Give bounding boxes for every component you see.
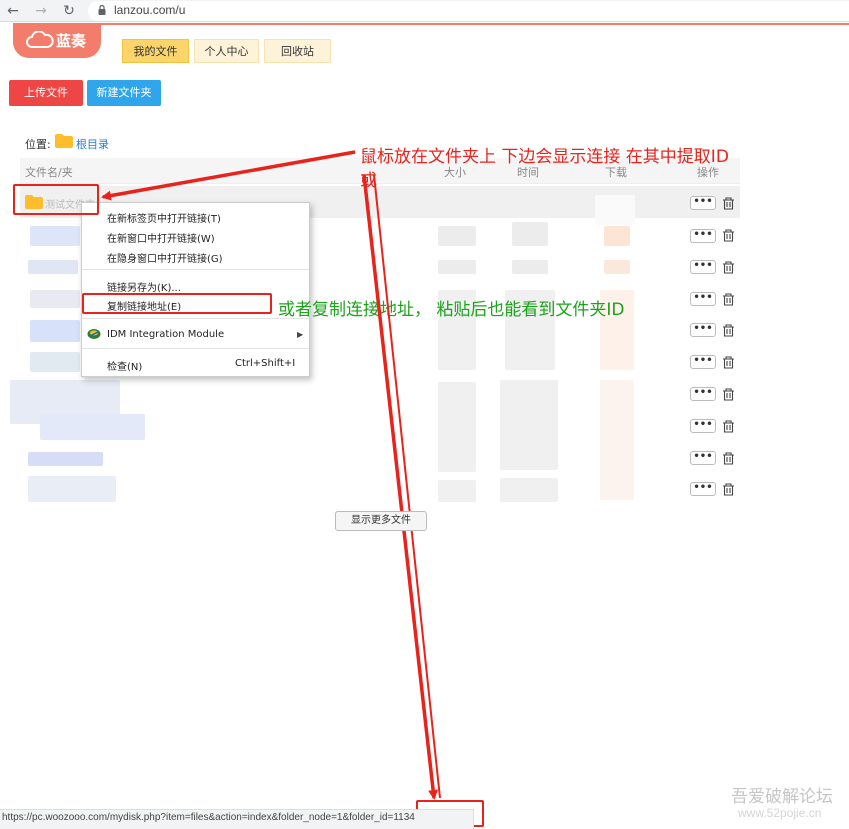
trash-icon[interactable] [722,261,735,274]
inspect-shortcut: Ctrl+Shift+I [235,358,296,369]
lock-icon [98,5,106,15]
more-actions-button[interactable]: ••• [690,323,716,337]
logo-text: 蓝奏 [56,32,87,50]
trash-icon[interactable] [722,388,735,401]
status-url: https://pc.woozooo.com/mydisk.php?item=f… [2,812,415,823]
idm-icon [87,329,101,339]
forward-icon[interactable]: → [32,2,50,20]
header-name: 文件名/夹 [25,166,73,179]
watermark-url: www.52pojie.cn [738,806,822,820]
breadcrumb-root[interactable]: 根目录 [76,136,109,152]
blurred-size [438,260,476,274]
highlight-copy-link-box [82,293,272,314]
annotation-copy: 或者复制连接地址， 粘贴后也能看到文件夹ID [278,300,625,320]
blurred-time [500,478,558,502]
menu-separator [82,269,309,270]
more-actions-button[interactable]: ••• [690,451,716,465]
more-actions-button[interactable]: ••• [690,196,716,210]
blurred-name [28,476,116,502]
arrow-shadow [373,174,441,799]
menu-item-open-new-tab[interactable]: 在新标签页中打开链接(T) [107,210,221,225]
blurred-size [438,226,476,246]
blurred-name [30,290,80,308]
menu-item-idm[interactable]: IDM Integration Module [107,329,224,340]
tab-my-files[interactable]: 我的文件 [122,39,189,63]
menu-separator [82,318,309,319]
menu-item-save-link-as[interactable]: 链接另存为(K)... [107,279,181,294]
blurred-downloads [604,260,630,274]
blurred-name [30,320,80,342]
more-actions-button[interactable]: ••• [690,260,716,274]
menu-item-inspect[interactable]: 检查(N) [107,358,142,373]
annotation-hover: 鼠标放在文件夹上 下边会显示连接 在其中提取ID [360,147,729,167]
blurred-time [512,260,548,274]
trash-icon[interactable] [722,452,735,465]
watermark-text: 吾爱破解论坛 [731,787,833,807]
location-label: 位置: [25,138,51,151]
trash-icon[interactable] [722,420,735,433]
address-bar[interactable] [88,1,849,21]
trash-icon[interactable] [722,229,735,242]
new-folder-button[interactable]: 新建文件夹 [87,80,161,106]
blurred-name [30,226,80,246]
trash-icon[interactable] [722,324,735,337]
menu-item-open-new-window[interactable]: 在新窗口中打开链接(W) [107,230,215,245]
show-more-files-button[interactable]: 显示更多文件 [335,511,427,531]
more-actions-button[interactable]: ••• [690,419,716,433]
tab-personal-center[interactable]: 个人中心 [194,39,259,63]
more-actions-button[interactable]: ••• [690,482,716,496]
blurred-time [500,380,558,470]
folder-icon [55,134,73,148]
annotation-or: 或 [360,171,377,191]
trash-icon[interactable] [722,356,735,369]
blurred-name [40,414,145,440]
reload-icon[interactable]: ↻ [60,2,78,20]
blurred-size [438,480,476,502]
blurred-downloads [595,195,635,225]
blurred-downloads [600,380,634,500]
blurred-name [28,452,103,466]
menu-separator [82,348,309,349]
more-actions-button[interactable]: ••• [690,229,716,243]
blurred-size [438,382,476,472]
menu-item-open-incognito[interactable]: 在隐身窗口中打开链接(G) [107,250,223,265]
cloud-icon [26,31,54,48]
highlight-folder-box [13,184,99,215]
blurred-downloads [604,226,630,246]
arrow-to-status-left [362,174,439,800]
more-actions-button[interactable]: ••• [690,355,716,369]
trash-icon[interactable] [722,293,735,306]
trash-icon[interactable] [722,483,735,496]
more-actions-button[interactable]: ••• [690,292,716,306]
trash-icon[interactable] [722,197,735,210]
url-text: lanzou.com/u [114,3,186,17]
upload-button[interactable]: 上传文件 [9,80,83,106]
tab-recycle-bin[interactable]: 回收站 [264,39,331,63]
blurred-name [30,352,80,372]
back-icon[interactable]: ← [4,2,22,20]
header-line [96,23,849,25]
blurred-time [512,222,548,246]
submenu-arrow-icon: ▶ [297,330,304,339]
blurred-name [28,260,78,274]
more-actions-button[interactable]: ••• [690,387,716,401]
